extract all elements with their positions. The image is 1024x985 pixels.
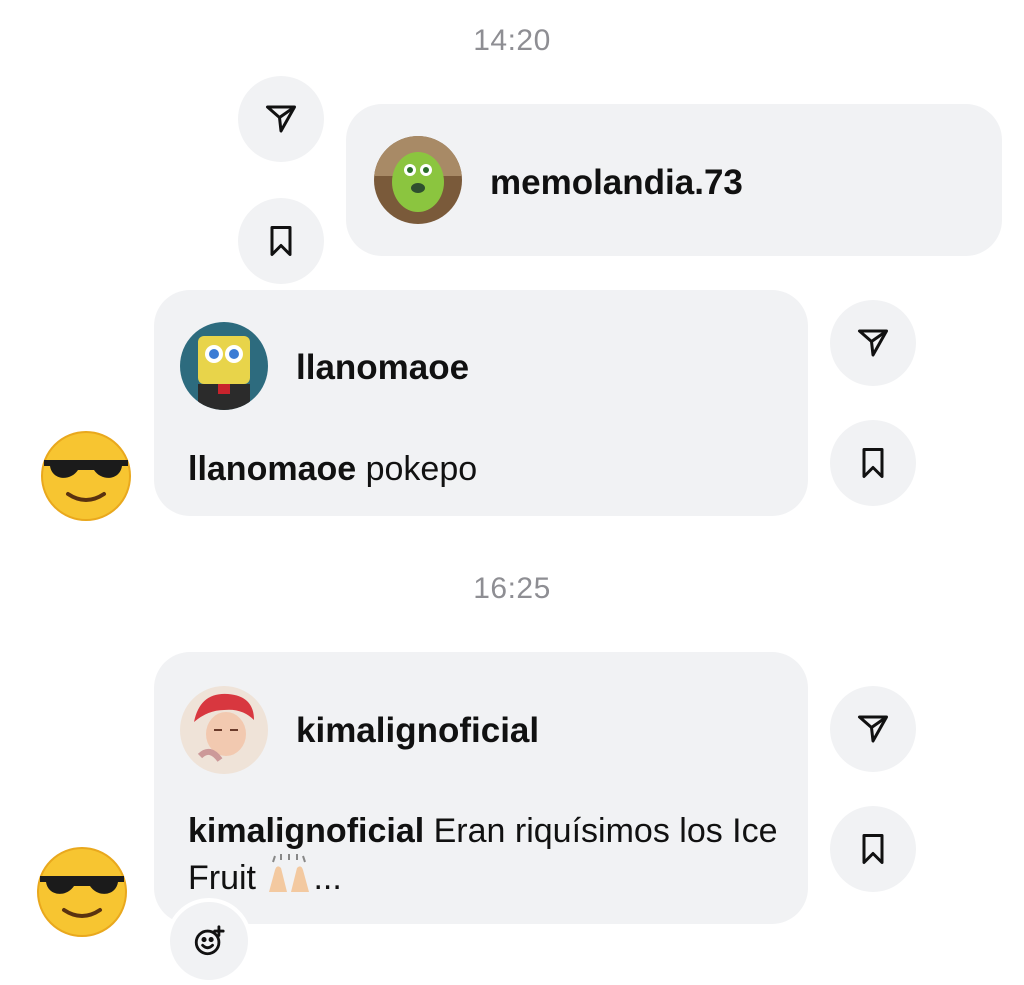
username[interactable]: llanomaoe (296, 348, 469, 388)
caption: kimalignoficial Eran riquísimos los Ice … (188, 808, 778, 906)
smiling-face-with-sunglasses-icon (37, 847, 127, 937)
raising-hands-icon (265, 854, 313, 906)
avatar[interactable] (180, 686, 268, 774)
username[interactable]: kimalignoficial (296, 711, 539, 751)
caption: llanomaoe pokepo (188, 446, 778, 492)
caption-username[interactable]: llanomaoe (188, 450, 356, 488)
smiling-face-with-sunglasses-icon (41, 431, 131, 521)
sender-avatar[interactable] (34, 842, 130, 938)
red-hair-person-avatar (180, 686, 268, 774)
sender-avatar[interactable] (38, 426, 134, 522)
sponge-character-avatar (180, 322, 268, 410)
save-button[interactable] (238, 198, 324, 284)
add-reaction-button[interactable] (166, 898, 252, 984)
share-button[interactable] (830, 686, 916, 772)
bookmark-icon (862, 448, 884, 478)
save-button[interactable] (830, 806, 916, 892)
share-button[interactable] (830, 300, 916, 386)
paper-plane-icon (858, 329, 888, 357)
paper-plane-icon (858, 715, 888, 743)
avatar[interactable] (180, 322, 268, 410)
bookmark-icon (862, 834, 884, 864)
caption-ellipsis: ... (313, 858, 342, 897)
paper-plane-icon (266, 105, 296, 133)
share-button[interactable] (238, 76, 324, 162)
username[interactable]: memolandia.73 (490, 163, 743, 203)
bookmark-icon (270, 226, 292, 256)
caption-username[interactable]: kimalignoficial (188, 812, 424, 850)
avatar[interactable] (374, 136, 462, 224)
timestamp: 14:20 (473, 24, 551, 57)
timestamp: 16:25 (473, 572, 551, 605)
save-button[interactable] (830, 420, 916, 506)
caption-text: pokepo (356, 450, 478, 488)
add-reaction-icon (194, 925, 225, 956)
green-monster-avatar (374, 136, 462, 224)
